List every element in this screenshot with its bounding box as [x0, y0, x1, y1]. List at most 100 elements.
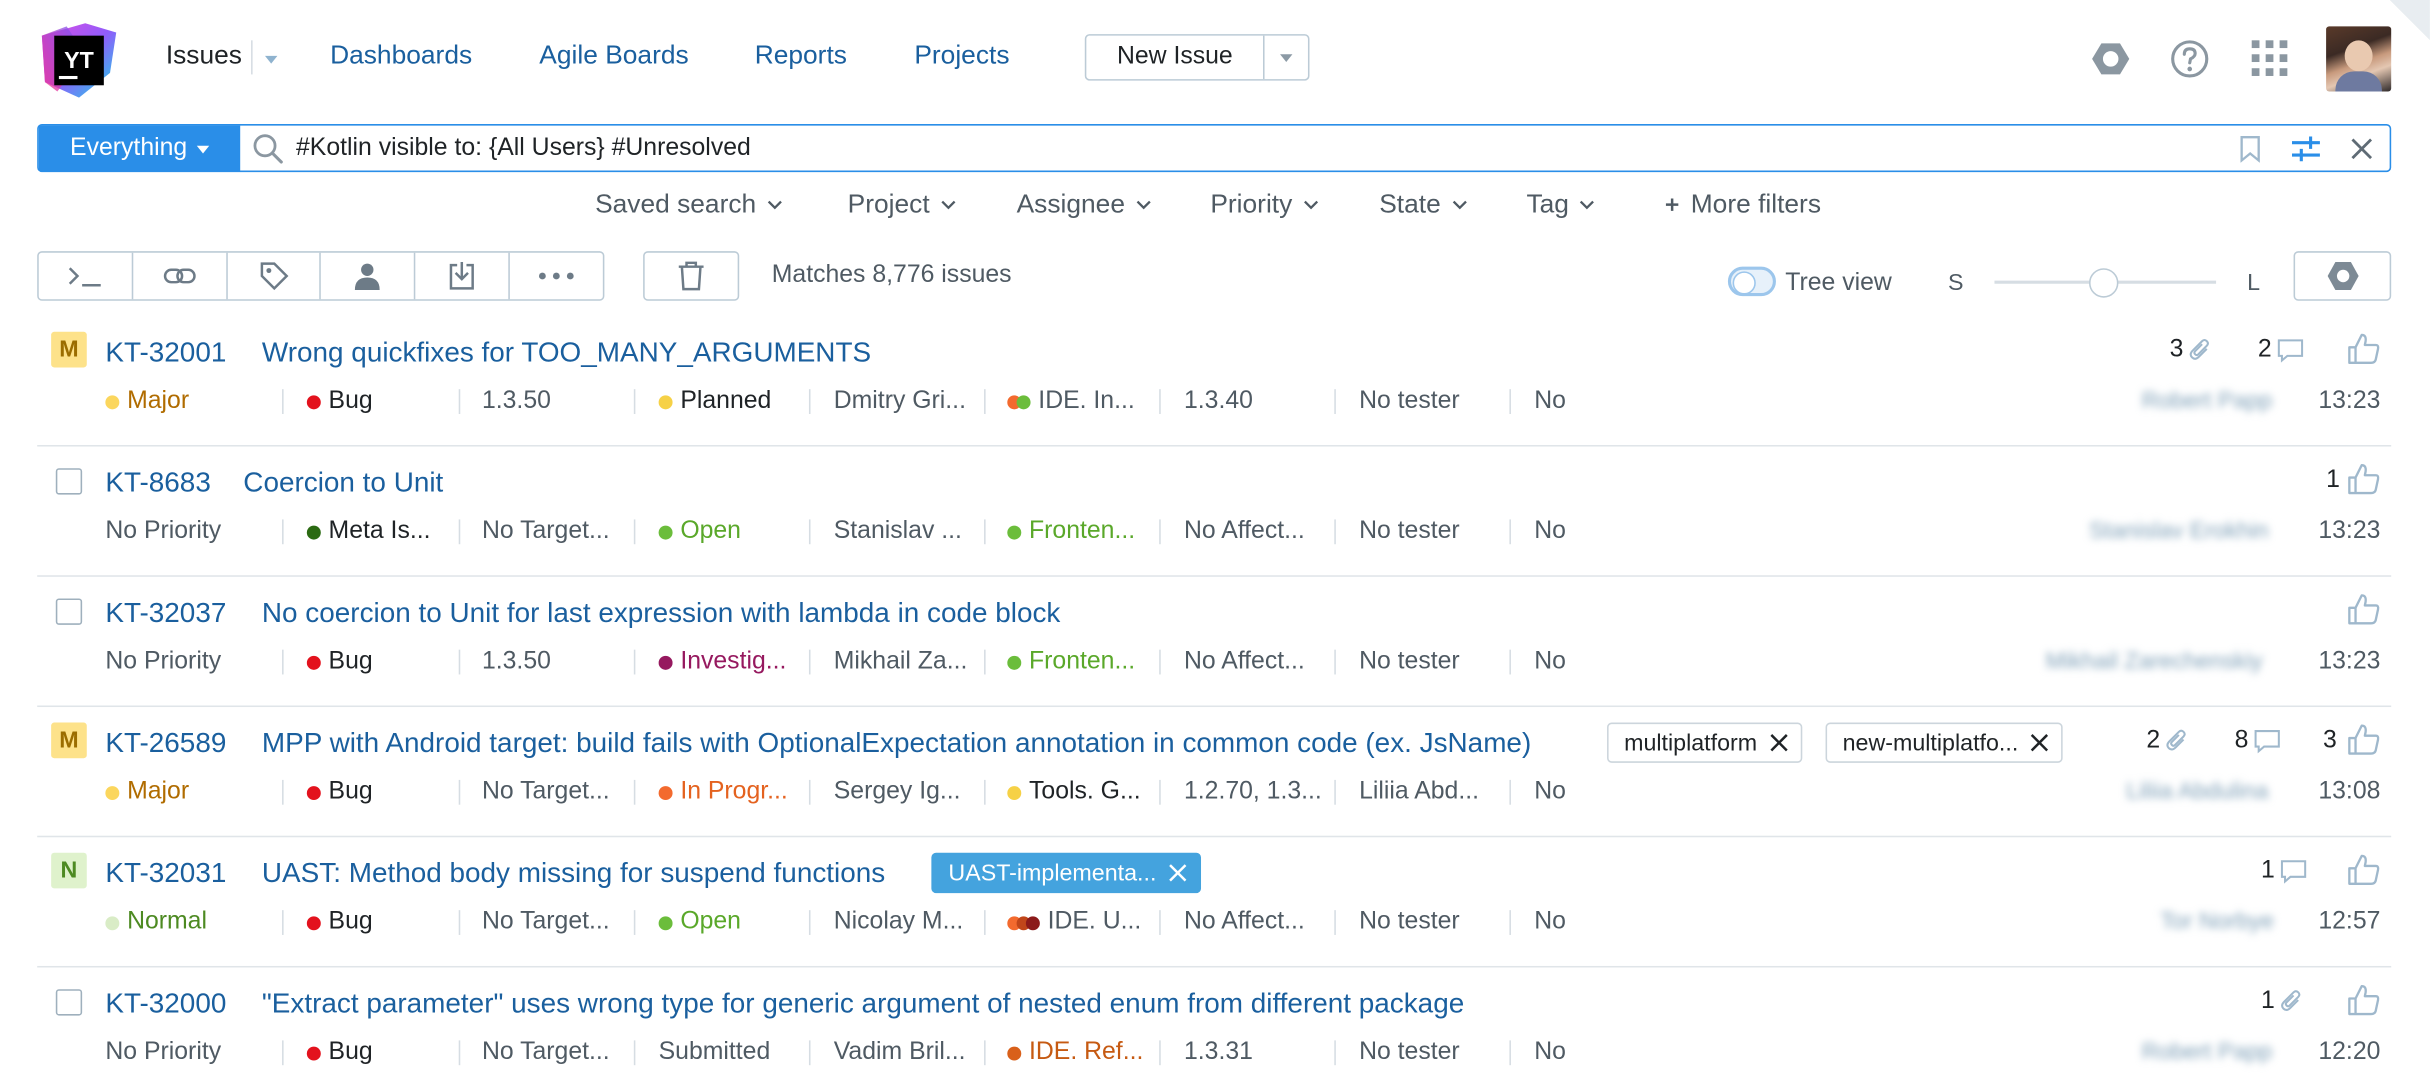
search-scope-button[interactable]: Everything: [38, 125, 241, 171]
field-affected-versions[interactable]: No Affect...: [1184, 648, 1305, 676]
nav-reports[interactable]: Reports: [755, 40, 847, 71]
reporter-name[interactable]: Mikhail Zarechenskiy: [2046, 648, 2263, 674]
issue-checkbox[interactable]: [55, 989, 83, 1016]
field-tester[interactable]: No tester: [1359, 388, 1460, 416]
more-actions-button[interactable]: [510, 253, 603, 300]
remove-tag-icon[interactable]: [2031, 733, 2050, 752]
field-subsystem[interactable]: IDE. U...: [1007, 909, 1141, 937]
new-issue-button[interactable]: New Issue: [1086, 36, 1263, 79]
issue-row[interactable]: KT-32000 "Extract parameter" uses wrong …: [37, 968, 2391, 1090]
search-input[interactable]: [295, 125, 2223, 171]
field-flag[interactable]: No: [1534, 778, 1566, 806]
field-priority[interactable]: No Priority: [105, 1039, 221, 1067]
comments-counter[interactable]: 8: [2235, 727, 2281, 755]
issue-id-link[interactable]: KT-32037: [105, 597, 226, 630]
filter-tag[interactable]: Tag: [1526, 189, 1595, 220]
field-affected-versions[interactable]: 1.3.40: [1184, 388, 1253, 416]
user-avatar[interactable]: [2326, 26, 2392, 92]
reporter-name[interactable]: Stanislav Erokhin: [2089, 518, 2269, 544]
field-subsystem[interactable]: IDE. Ref...: [1007, 1039, 1143, 1067]
comments-counter[interactable]: 2: [2258, 336, 2304, 364]
issue-tag[interactable]: UAST-implementa...: [931, 852, 1202, 894]
filter-saved-search[interactable]: Saved search: [595, 189, 782, 220]
nav-agile-boards[interactable]: Agile Boards: [539, 40, 688, 71]
field-tester[interactable]: No tester: [1359, 518, 1460, 546]
field-type[interactable]: Bug: [306, 1039, 373, 1067]
field-flag[interactable]: No: [1534, 518, 1566, 546]
issue-tag[interactable]: new-multiplatfo...: [1825, 722, 2064, 763]
youtrack-logo[interactable]: YT: [39, 20, 120, 101]
field-state[interactable]: Open: [658, 518, 741, 546]
more-filters-button[interactable]: More filters: [1664, 189, 1821, 220]
filter-state[interactable]: State: [1379, 189, 1467, 220]
thumbs-up-icon[interactable]: [2346, 983, 2380, 1017]
nav-issues[interactable]: Issues: [166, 40, 242, 71]
issue-id-link[interactable]: KT-8683: [105, 467, 210, 500]
issue-row[interactable]: KT-8683 Coercion to Unit No Priority Met…: [37, 447, 2392, 577]
field-type[interactable]: Bug: [306, 909, 373, 937]
thumbs-up-icon[interactable]: [2346, 723, 2380, 757]
field-state[interactable]: Submitted: [659, 1039, 771, 1067]
field-tester[interactable]: No tester: [1359, 1039, 1460, 1067]
apps-grid-icon[interactable]: [2249, 37, 2292, 80]
issue-id-link[interactable]: KT-32000: [105, 988, 226, 1021]
field-assignee[interactable]: Dmitry Gri...: [834, 388, 966, 416]
field-assignee[interactable]: Mikhail Za...: [834, 648, 968, 676]
query-settings-icon[interactable]: [2278, 126, 2334, 171]
field-target-version[interactable]: 1.3.50: [482, 388, 551, 416]
attachments-counter[interactable]: 1: [2261, 988, 2304, 1016]
issue-summary-link[interactable]: Coercion to Unit: [243, 467, 443, 500]
reporter-name[interactable]: Robert Papp: [2142, 388, 2273, 414]
field-type[interactable]: Bug: [306, 388, 373, 416]
field-subsystem[interactable]: Fronten...: [1007, 518, 1135, 546]
list-settings-button[interactable]: [2293, 251, 2392, 301]
delete-button[interactable]: [643, 251, 740, 301]
administration-icon[interactable]: [2089, 37, 2132, 80]
field-target-version[interactable]: 1.3.50: [482, 648, 551, 676]
field-assignee[interactable]: Vadim Bril...: [834, 1039, 966, 1067]
issue-checkbox[interactable]: [55, 598, 83, 625]
field-priority[interactable]: Normal: [105, 909, 207, 937]
field-priority[interactable]: No Priority: [105, 648, 221, 676]
issue-summary-link[interactable]: No coercion to Unit for last expression …: [262, 597, 1060, 630]
tag-button[interactable]: [227, 252, 322, 300]
move-button[interactable]: [416, 252, 511, 300]
filter-assignee[interactable]: Assignee: [1017, 189, 1152, 220]
field-tester[interactable]: No tester: [1359, 909, 1460, 937]
field-affected-versions[interactable]: No Affect...: [1184, 518, 1305, 546]
field-assignee[interactable]: Sergey Ig...: [834, 778, 961, 806]
help-icon[interactable]: [2168, 37, 2211, 80]
issue-row[interactable]: N KT-32031 UAST: Method body missing for…: [37, 837, 2392, 968]
attachments-counter[interactable]: 3: [2170, 336, 2213, 364]
thumbs-up-icon[interactable]: [2346, 332, 2380, 366]
field-flag[interactable]: No: [1534, 388, 1566, 416]
field-priority[interactable]: Major: [105, 778, 189, 806]
field-target-version[interactable]: No Target...: [482, 1039, 610, 1067]
field-target-version[interactable]: No Target...: [482, 518, 610, 546]
thumbs-up-icon[interactable]: [2346, 853, 2380, 887]
reporter-name[interactable]: Tor Norbye: [2160, 909, 2274, 935]
thumbs-up-icon[interactable]: [2346, 462, 2380, 496]
issue-summary-link[interactable]: Wrong quickfixes for TOO_MANY_ARGUMENTS: [262, 336, 871, 369]
nav-projects[interactable]: Projects: [914, 40, 1009, 71]
field-state[interactable]: Planned: [658, 388, 771, 416]
field-flag[interactable]: No: [1534, 909, 1566, 937]
remove-tag-icon[interactable]: [1169, 864, 1188, 883]
issue-summary-link[interactable]: UAST: Method body missing for suspend fu…: [262, 857, 885, 890]
field-assignee[interactable]: Stanislav ...: [834, 518, 962, 546]
issue-summary-link[interactable]: "Extract parameter" uses wrong type for …: [262, 988, 1464, 1021]
field-affected-versions[interactable]: 1.2.70, 1.3...: [1184, 778, 1322, 806]
nav-dashboards[interactable]: Dashboards: [330, 40, 472, 71]
field-state[interactable]: Investig...: [658, 648, 786, 676]
priority-badge[interactable]: N: [51, 852, 87, 889]
issue-id-link[interactable]: KT-32001: [105, 336, 226, 369]
field-state[interactable]: In Progr...: [658, 778, 788, 806]
field-affected-versions[interactable]: No Affect...: [1184, 909, 1305, 937]
priority-badge[interactable]: M: [51, 331, 87, 368]
issue-summary-link[interactable]: MPP with Android target: build fails wit…: [262, 727, 1531, 760]
field-subsystem[interactable]: Tools. G...: [1007, 778, 1141, 806]
link-button[interactable]: [133, 252, 228, 300]
issue-row[interactable]: M KT-32001 Wrong quickfixes for TOO_MANY…: [37, 316, 2392, 447]
command-button[interactable]: [39, 252, 134, 300]
issue-row[interactable]: M KT-26589 MPP with Android target: buil…: [37, 707, 2392, 838]
